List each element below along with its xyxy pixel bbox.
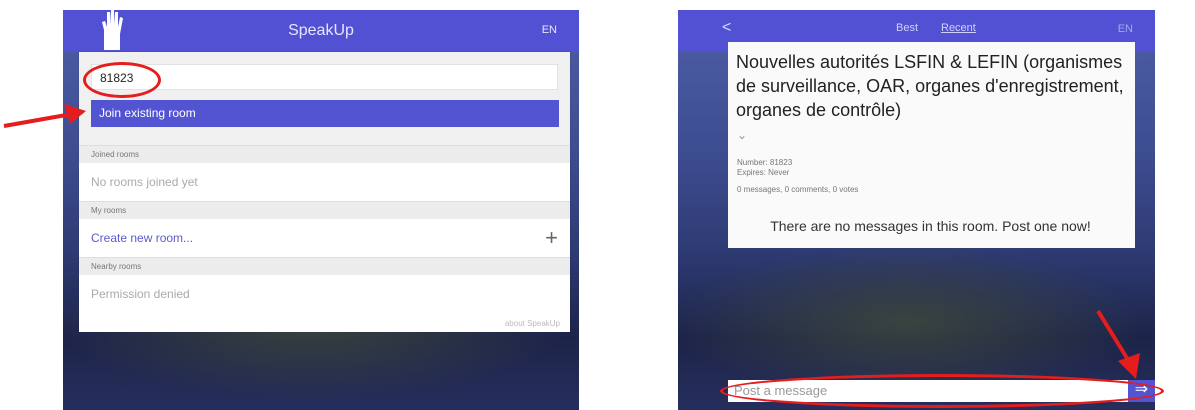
room-number: Number: 81823 xyxy=(737,158,793,167)
plus-icon[interactable]: + xyxy=(545,219,558,257)
join-area: 81823 Join existing room xyxy=(79,52,570,145)
joined-rooms-empty: No rooms joined yet xyxy=(79,163,570,201)
right-screen: < Best Recent EN Nouvelles autorités LSF… xyxy=(678,10,1155,410)
room-number-highlight xyxy=(83,62,161,98)
room-panel: 81823 Join existing room Joined rooms No… xyxy=(79,52,570,332)
send-arrow xyxy=(1096,309,1140,379)
empty-messages-text: There are no messages in this room. Post… xyxy=(770,218,1091,234)
chevron-down-icon[interactable]: ⌄ xyxy=(737,128,747,142)
nearby-rooms-status: Permission denied xyxy=(79,275,570,313)
room-counts: 0 messages, 0 comments, 0 votes xyxy=(737,185,859,194)
join-room-button[interactable]: Join existing room xyxy=(91,100,559,127)
my-rooms-header: My rooms xyxy=(79,201,570,219)
room-number-input[interactable]: 81823 xyxy=(91,64,558,90)
create-room-link[interactable]: Create new room... xyxy=(91,231,193,245)
nearby-rooms-header: Nearby rooms xyxy=(79,257,570,275)
create-room-row[interactable]: Create new room... + xyxy=(79,219,570,257)
join-arrow xyxy=(3,104,86,128)
room-info-card: Nouvelles autorités LSFIN & LEFIN (organ… xyxy=(728,42,1135,248)
tab-best[interactable]: Best xyxy=(896,22,918,34)
room-title: Nouvelles autorités LSFIN & LEFIN (organ… xyxy=(736,52,1124,120)
joined-rooms-header: Joined rooms xyxy=(79,145,570,163)
top-bar: SpeakUp EN xyxy=(63,10,579,52)
about-link[interactable]: about SpeakUp xyxy=(505,319,560,328)
language-switch[interactable]: EN xyxy=(1118,23,1133,35)
app-title: SpeakUp xyxy=(288,22,354,39)
room-expires: Expires: Never xyxy=(737,168,790,177)
tab-recent[interactable]: Recent xyxy=(941,22,976,34)
language-switch[interactable]: EN xyxy=(542,24,557,36)
back-icon[interactable]: < xyxy=(722,19,731,37)
